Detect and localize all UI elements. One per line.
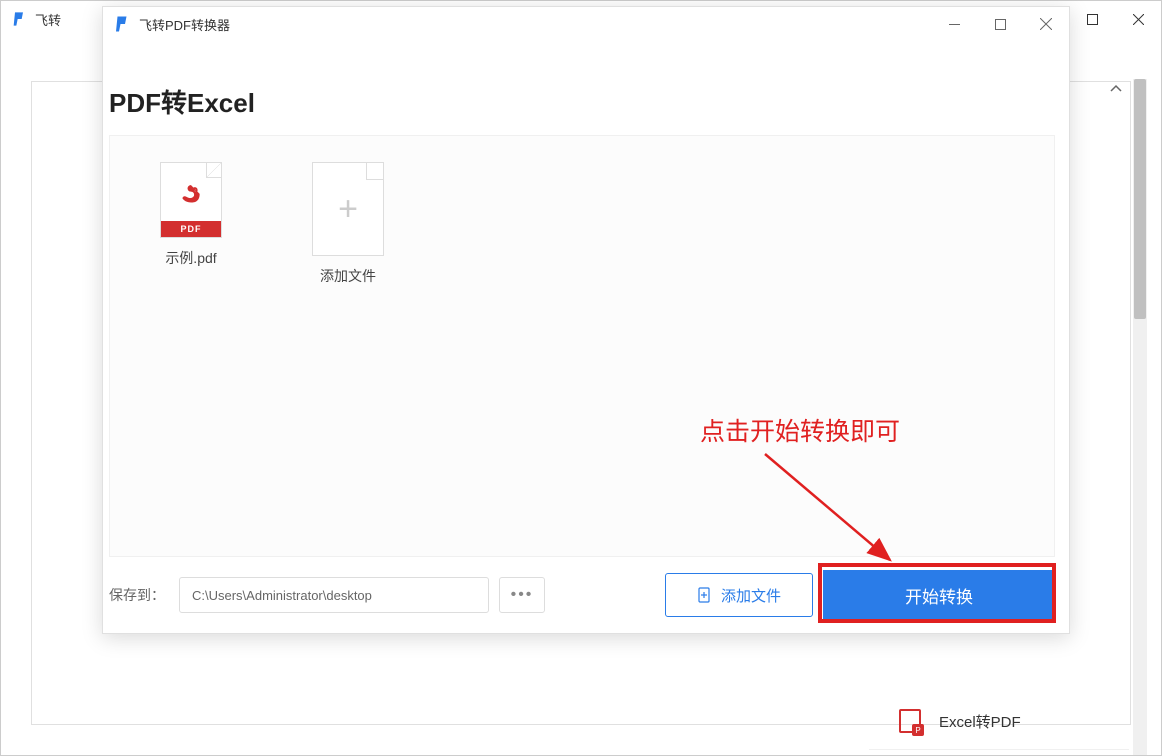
add-file-label: 添加文件 — [320, 266, 376, 286]
modal-titlebar: 飞转PDF转换器 — [103, 7, 1069, 41]
converter-modal: 飞转PDF转换器 PDF转Excel PDF 示例.pdf — [102, 6, 1070, 634]
outer-close-icon[interactable] — [1115, 1, 1161, 37]
file-name-label: 示例.pdf — [165, 248, 216, 268]
sidebar-item-excel[interactable]: P Excel转PDF — [869, 693, 1129, 750]
add-file-plus-icon — [697, 587, 713, 603]
add-file-tile[interactable]: + 添加文件 — [312, 162, 384, 286]
scrollbar-thumb[interactable] — [1134, 79, 1146, 319]
chevron-up-icon[interactable] — [1109, 82, 1123, 101]
modal-heading: PDF转Excel — [103, 41, 1069, 120]
pdf-file-icon: PDF — [160, 162, 222, 238]
file-item-pdf[interactable]: PDF 示例.pdf — [160, 162, 222, 268]
add-file-button[interactable]: 添加文件 — [665, 573, 813, 617]
app-logo-icon — [11, 11, 27, 27]
outer-title: 飞转 — [35, 10, 61, 29]
app-logo-icon — [113, 15, 131, 33]
add-file-button-label: 添加文件 — [721, 585, 781, 606]
file-area: PDF 示例.pdf + 添加文件 — [109, 135, 1055, 557]
modal-minimize-icon[interactable] — [931, 7, 977, 41]
start-convert-label: 开始转换 — [905, 583, 973, 608]
sidebar-item-label: Excel转PDF — [939, 711, 1021, 732]
scrollbar[interactable] — [1133, 79, 1147, 755]
file-p-icon: P — [899, 709, 921, 733]
save-to-label: 保存到： — [109, 585, 165, 605]
add-file-box: + — [312, 162, 384, 256]
modal-app-title: 飞转PDF转换器 — [139, 15, 230, 34]
modal-footer: 保存到： ••• 添加文件 开始转换 — [109, 571, 1055, 619]
plus-icon: + — [338, 190, 358, 229]
path-more-button[interactable]: ••• — [499, 577, 545, 613]
save-path-input[interactable] — [179, 577, 489, 613]
modal-maximize-icon[interactable] — [977, 7, 1023, 41]
modal-close-icon[interactable] — [1023, 7, 1069, 41]
start-convert-button[interactable]: 开始转换 — [823, 570, 1055, 620]
pdf-badge: PDF — [161, 221, 221, 237]
outer-maximize-icon[interactable] — [1069, 1, 1115, 37]
